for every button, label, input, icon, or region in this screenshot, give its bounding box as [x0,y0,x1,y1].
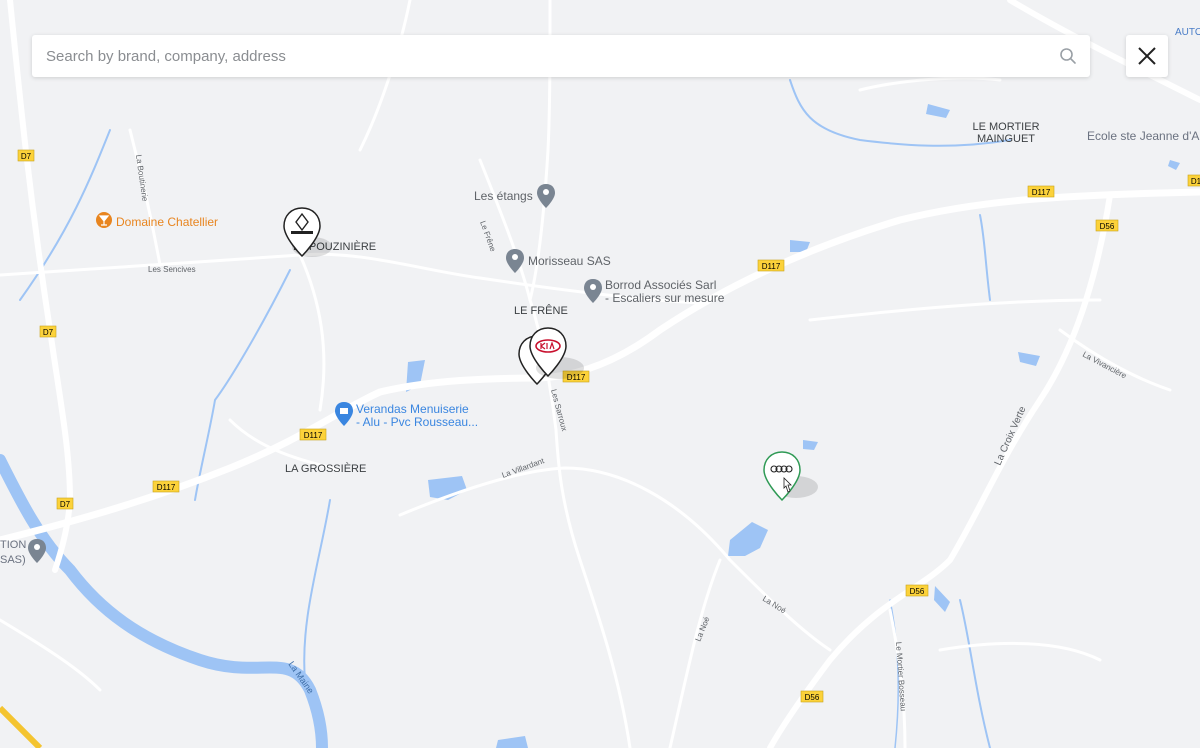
place-label: MAINGUET [977,133,1035,145]
kia-logo-icon [535,339,561,353]
road-shield: D56 [905,584,929,597]
road-shield-label: D56 [910,587,925,596]
place-label: SAS) [0,554,26,566]
place-label: AUTO [1175,27,1200,38]
poi-label: Domaine Chatellier [116,215,218,229]
poi-borrod[interactable]: Borrod Associés Sarl - Escaliers sur mes… [584,278,725,305]
road-shield-label: D56 [805,693,820,702]
road-shield: D56 [1095,219,1119,232]
search-icon[interactable] [1058,46,1078,66]
road-shield-label: D7 [21,152,32,161]
road-shield-label: D117 [157,483,176,492]
search-bar [32,35,1090,77]
place-label: Ecole ste Jeanne d'A [1087,129,1199,143]
poi-verandas[interactable]: Verandas Menuiserie - Alu - Pvc Rousseau… [335,402,478,429]
road-shield: D117 [299,428,327,441]
road-shield-label: D7 [43,328,54,337]
road-shield: D56 [800,690,824,703]
street-label: Les Sencives [148,265,196,274]
road-shield-label: D1 [1191,177,1200,186]
road-shield-label: D117 [1032,188,1051,197]
road-shield-label: D117 [304,431,323,440]
road-shield-label: D7 [60,500,71,509]
road-shield: D7 [17,149,35,162]
poi-label: Borrod Associés Sarl [605,278,716,292]
poi-label: Les étangs [474,189,533,203]
place-label: LE MORTIER [972,121,1039,133]
road-shield-label: D117 [762,262,781,271]
road-shield: D117 [757,259,785,272]
road-shield-label: D56 [1100,222,1115,231]
close-icon [1138,47,1156,65]
close-button[interactable] [1126,35,1168,77]
road-shield: D7 [39,325,57,338]
place-label: LE FRÊNE [514,304,568,317]
road-shield: D117 [1027,185,1055,198]
poi-label: Morisseau SAS [528,254,611,268]
place-label: LA GROSSIÈRE [285,462,366,475]
poi-label: Verandas Menuiserie [356,402,469,416]
road-shield: D1 [1187,174,1200,187]
road-shield: D7 [56,497,74,510]
map-canvas[interactable]: D7 D7 D7 D117 D117 D117 D117 D117 D56 D5… [0,0,1200,748]
road-shield: D117 [152,480,180,493]
poi-label: - Escaliers sur mesure [605,291,725,305]
place-label: TION [0,539,26,551]
poi-label: - Alu - Pvc Rousseau... [356,415,478,429]
search-input[interactable] [44,46,1058,66]
